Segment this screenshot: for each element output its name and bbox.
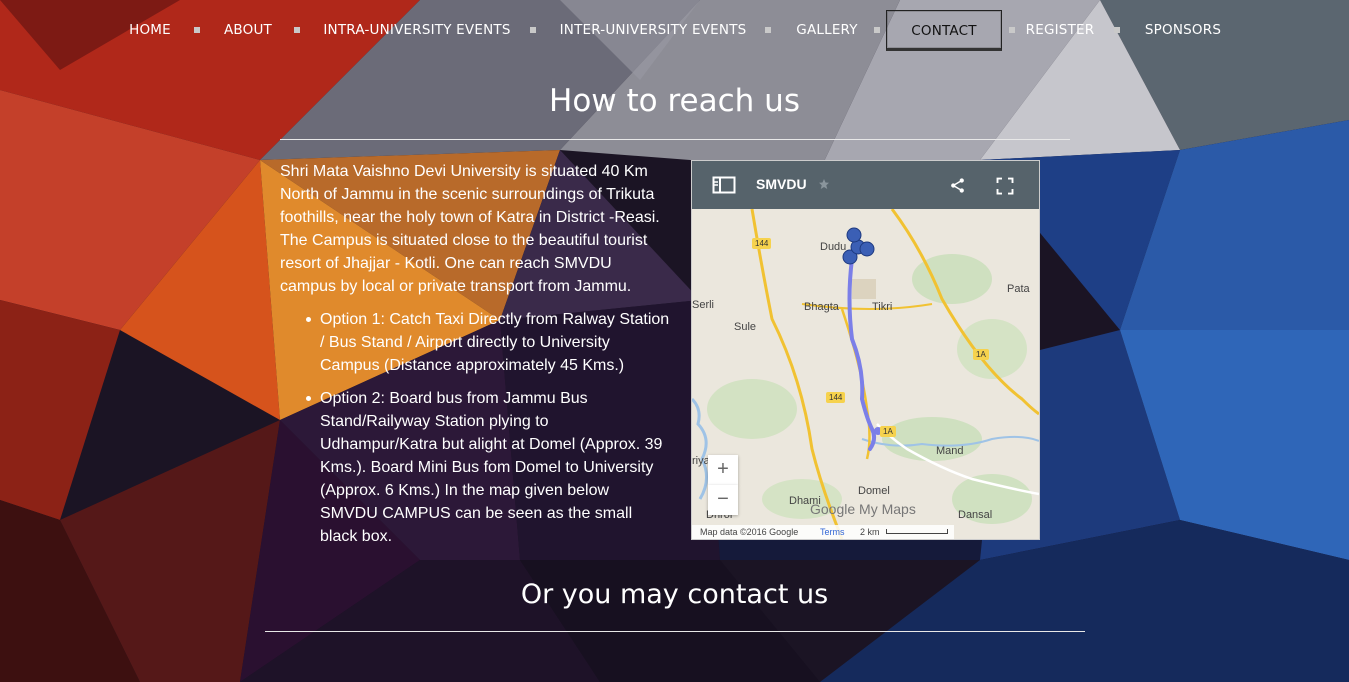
map-place-label: Tikri [872, 301, 893, 313]
nav-home[interactable]: HOME [118, 10, 182, 50]
map-attribution: Map data ©2016 Google [700, 527, 799, 537]
nav-separator [1009, 27, 1015, 33]
nav-separator [874, 27, 880, 33]
travel-option-text: Option 2: Board bus from Jammu Bus Stand… [320, 390, 663, 545]
map-place-label: Pata [1007, 283, 1030, 295]
map-scale-label: 2 km [860, 527, 880, 537]
contact-heading: Or you may contact us [520, 579, 829, 610]
map-place-label: Dansal [958, 509, 993, 521]
zoom-in-button[interactable]: + [708, 455, 738, 485]
nav-gallery[interactable]: GALLERY [786, 10, 868, 50]
contact-divider [265, 631, 1085, 632]
road-badge: 1A [880, 426, 896, 437]
travel-option-text: Option 1: Catch Taxi Directly from Ralwa… [320, 311, 670, 374]
road-badge: 1A [973, 349, 989, 360]
top-navigation: HOME ABOUT INTRA-UNIVERSITY EVENTS INTER… [0, 0, 1349, 60]
nav-intra-university-events[interactable]: INTRA-UNIVERSITY EVENTS [314, 10, 520, 50]
embedded-map[interactable]: SMVDU Dudu Serli Sule Bhagta Tikri Pata … [691, 160, 1040, 540]
nav-contact[interactable]: CONTACT [886, 10, 1002, 51]
map-place-label: Bhagta [804, 301, 839, 313]
map-place-label: Mand [936, 445, 964, 457]
road-badge: 144 [826, 392, 846, 403]
reach-heading: How to reach us [549, 83, 800, 119]
map-attribution-bar: Map data ©2016 Google Terms 2 km [692, 525, 954, 539]
bullet-icon [306, 317, 311, 322]
map-place-label: Serli [692, 299, 715, 311]
map-canvas[interactable]: Dudu Serli Sule Bhagta Tikri Pata Mand D… [692, 209, 1039, 539]
nav-separator [294, 27, 300, 33]
map-place-label: Sule [734, 321, 757, 333]
fullscreen-icon[interactable] [996, 177, 1014, 195]
map-scale-bar [886, 529, 948, 534]
bullet-icon [306, 396, 311, 401]
travel-option: Option 2: Board bus from Jammu Bus Stand… [306, 387, 670, 548]
map-header: SMVDU [692, 161, 1039, 209]
road-badge: 144 [752, 238, 772, 249]
nav-separator [194, 27, 200, 33]
reach-divider [280, 139, 1070, 140]
map-title: SMVDU [756, 176, 807, 192]
travel-option: Option 1: Catch Taxi Directly from Ralwa… [306, 308, 670, 377]
share-icon[interactable] [949, 177, 966, 194]
google-my-maps-logo: Google My Maps [810, 501, 916, 517]
map-place-label: Domel [858, 485, 890, 497]
travel-options-list: Option 1: Catch Taxi Directly from Ralwa… [280, 308, 670, 558]
nav-about[interactable]: ABOUT [214, 10, 282, 50]
star-icon[interactable] [818, 178, 830, 190]
nav-register[interactable]: REGISTER [1018, 10, 1102, 50]
nav-inter-university-events[interactable]: INTER-UNIVERSITY EVENTS [550, 10, 756, 50]
nav-separator [765, 27, 771, 33]
nav-separator [1114, 27, 1120, 33]
reach-intro-text: Shri Mata Vaishno Devi University is sit… [280, 163, 660, 295]
nav-separator [530, 27, 536, 33]
sidebar-toggle-icon[interactable] [712, 176, 736, 194]
map-place-label: Dudu [820, 241, 847, 253]
nav-sponsors[interactable]: SPONSORS [1134, 10, 1232, 50]
zoom-out-button[interactable]: − [708, 485, 738, 515]
terms-link[interactable]: Terms [820, 525, 845, 539]
